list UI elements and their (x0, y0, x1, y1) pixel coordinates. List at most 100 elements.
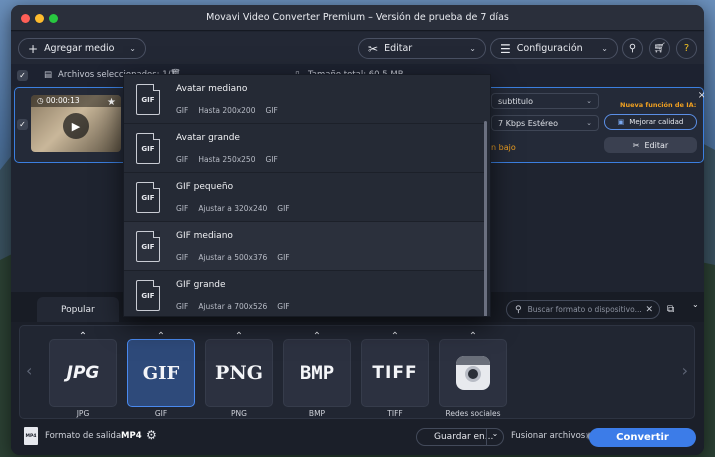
clear-search-icon[interactable]: ✕ (645, 305, 653, 315)
play-button[interactable]: ▶ (63, 113, 89, 139)
preset-item[interactable]: GIF GIF mediano GIF Ajustar a 500x376 GIF (124, 222, 484, 271)
format-card-tiff[interactable]: ⌃ TIFF (361, 331, 429, 407)
output-format-value[interactable]: MP4 (121, 431, 142, 441)
gif-file-icon: GIF (136, 280, 160, 311)
help-icon: ? (683, 43, 690, 54)
tools-icon: ✂ (632, 140, 640, 150)
preset-format: GIF (176, 302, 189, 311)
preset-format: GIF (176, 253, 189, 262)
subtitle-value: subtitulo (498, 96, 533, 106)
ai-feature-badge: Nueva función de IA: (620, 101, 697, 109)
output-format-icon-text: MP4 (25, 433, 37, 439)
preset-codec: GIF (265, 155, 278, 164)
preset-format: GIF (176, 204, 189, 213)
preset-size: Ajustar a 320x240 (198, 204, 268, 213)
duration: 00:00:13 (45, 96, 80, 105)
tab-popular[interactable]: Popular (37, 297, 119, 322)
preset-size: Hasta 250x250 (198, 155, 256, 164)
clock-icon: ◷ (37, 96, 44, 105)
preset-name: Avatar mediano (176, 84, 248, 94)
gif-file-icon: GIF (136, 231, 160, 262)
gif-file-icon-text: GIF (141, 291, 155, 300)
jpg-logo: JPG (66, 363, 100, 383)
preset-item[interactable]: GIF GIF pequeño GIF Ajustar a 320x240 GIF (124, 173, 484, 222)
format-search-input[interactable]: ⚲ Buscar formato o dispositivo... ✕ (506, 300, 660, 319)
preset-item[interactable]: GIF GIF grande GIF Ajustar a 700x526 GIF (124, 271, 484, 316)
png-logo: PNG (215, 362, 263, 384)
improve-quality-button[interactable]: ▣ Mejorar calidad (604, 114, 697, 130)
app-window: Movavi Video Converter Premium – Versión… (11, 5, 704, 455)
improve-quality-label: Mejorar calidad (629, 118, 684, 126)
chevron-up-icon: ⌃ (468, 331, 478, 342)
add-media-button[interactable]: + Agregar medio ⌄ (18, 38, 146, 59)
settings-button[interactable]: ☰ Configuración ⌄ (490, 38, 618, 59)
footer-bar: MP4 Formato de salida: MP4 ⚙ Guardar en.… (11, 420, 704, 455)
edit-file-label: Editar (644, 140, 669, 150)
video-thumbnail[interactable]: ◷ 00:00:13 ★ ▶ (31, 95, 121, 152)
dropdown-scrollbar[interactable] (484, 121, 487, 316)
format-label-social: Redes sociales (445, 409, 501, 418)
chevron-up-icon: ⌃ (156, 331, 166, 342)
convert-button[interactable]: Convertir (589, 428, 696, 447)
gear-icon[interactable]: ⚙ (146, 428, 157, 442)
save-location-label: Guardar en... (434, 432, 494, 442)
title-bar: Movavi Video Converter Premium – Versión… (11, 5, 704, 31)
gif-file-icon-text: GIF (141, 193, 155, 202)
merge-files-label: Fusionar archivos: (511, 431, 589, 441)
chevron-down-icon: ⌄ (586, 119, 592, 127)
format-card-png[interactable]: ⌃ PNG (205, 331, 273, 407)
help-button[interactable]: ? (676, 38, 697, 59)
scroll-right-icon[interactable]: › (682, 361, 688, 380)
format-presets-dropdown: GIF Avatar mediano GIF Hasta 200x200 GIF G… (123, 74, 491, 317)
subtitle-select[interactable]: subtitulo ⌄ (491, 93, 599, 109)
gif-file-icon-text: GIF (141, 95, 155, 104)
cart-button[interactable]: 🛒︎ (649, 38, 670, 59)
preset-format: GIF (176, 155, 189, 164)
tiff-logo: TIFF (372, 363, 418, 383)
output-format-label: Formato de salida: (45, 431, 125, 441)
preset-details: GIF Ajustar a 700x526 GIF (176, 302, 300, 311)
close-icon[interactable]: × (698, 90, 704, 101)
preset-size: Hasta 200x200 (198, 106, 256, 115)
device-detect-icon[interactable]: ⧉ (667, 304, 674, 315)
collapse-panel-icon[interactable]: ⌄ (692, 300, 699, 309)
search-button[interactable]: ⚲ (622, 38, 643, 59)
chevron-down-icon[interactable]: ⌄ (486, 429, 503, 445)
file-checkbox[interactable]: ✓ (17, 119, 28, 130)
camera-icon (456, 356, 490, 390)
preset-size: Ajustar a 500x376 (198, 253, 268, 262)
gif-file-icon-text: GIF (141, 144, 155, 153)
cart-icon: 🛒︎ (653, 43, 666, 54)
edit-toolbar-button[interactable]: ✂ Editar ⌄ (358, 38, 486, 59)
edit-file-button[interactable]: ✂ Editar (604, 137, 697, 153)
preset-details: GIF Hasta 250x250 GIF (176, 155, 288, 164)
plus-icon: + (28, 41, 39, 56)
format-label-gif: GIF (154, 409, 168, 418)
search-placeholder: Buscar formato o dispositivo... (527, 305, 642, 314)
format-card-jpg[interactable]: ⌃ JPG (49, 331, 117, 407)
ai-enhance-icon: ▣ (617, 118, 625, 126)
preset-name: Avatar grande (176, 133, 240, 143)
scroll-left-icon[interactable]: ‹ (26, 361, 32, 380)
bmp-logo: BMP (299, 362, 335, 384)
preset-codec: GIF (277, 302, 290, 311)
preset-codec: GIF (265, 106, 278, 115)
format-label-png: PNG (231, 409, 247, 418)
preset-name: GIF grande (176, 280, 226, 290)
play-icon: ▶ (71, 119, 81, 133)
preset-item[interactable]: GIF Avatar grande GIF Hasta 250x250 GIF (124, 124, 484, 173)
tab-popular-label: Popular (61, 304, 95, 315)
format-card-social[interactable]: ⌃ (439, 331, 507, 407)
preset-name: GIF pequeño (176, 182, 234, 192)
format-card-gif[interactable]: ⌃ GIF (127, 331, 195, 407)
files-icon: ▤ (44, 70, 53, 80)
star-icon[interactable]: ★ (107, 97, 116, 108)
audio-select[interactable]: 7 Kbps Estéreo ⌄ (491, 115, 599, 131)
format-label-jpg: JPG (76, 409, 90, 418)
format-label-tiff: TIFF (387, 409, 403, 418)
sliders-icon: ☰ (500, 41, 511, 56)
save-location-select[interactable]: Guardar en... ⌄ (416, 428, 504, 446)
format-card-bmp[interactable]: ⌃ BMP (283, 331, 351, 407)
select-all-checkbox[interactable]: ✓ (17, 70, 28, 81)
preset-item[interactable]: GIF Avatar mediano GIF Hasta 200x200 GIF (124, 75, 484, 124)
